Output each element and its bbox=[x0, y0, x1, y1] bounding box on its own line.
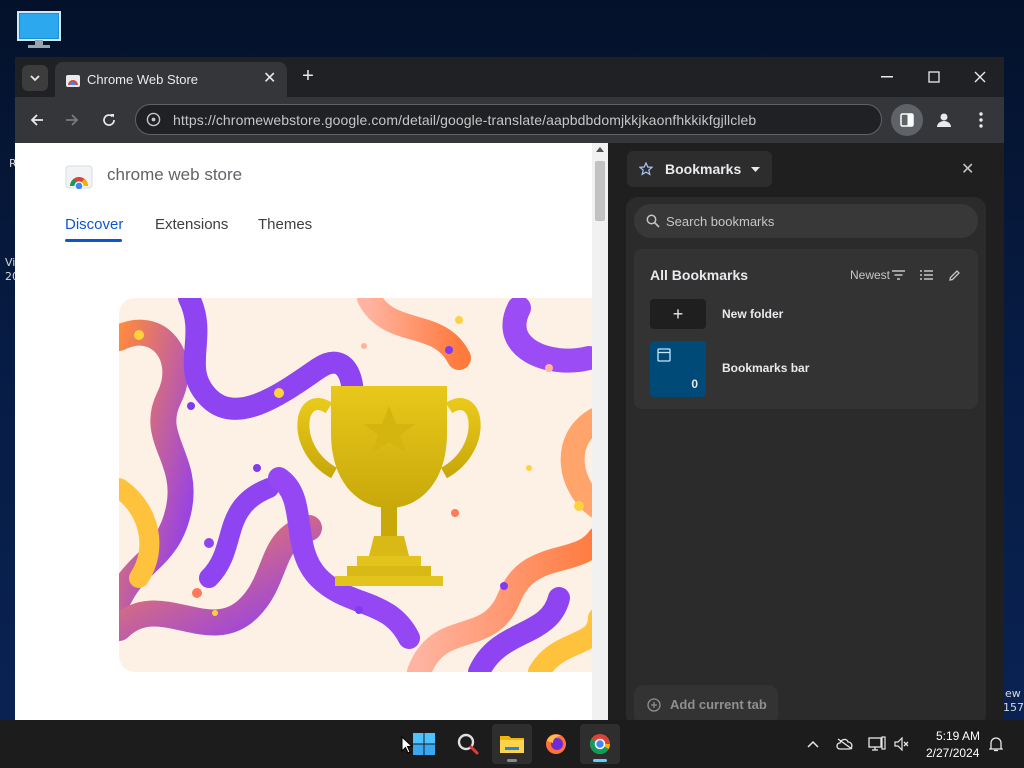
caret-down-icon bbox=[751, 167, 760, 172]
url-text[interactable]: https://chromewebstore.google.com/detail… bbox=[173, 112, 756, 128]
desktop-text-fragment: 157 bbox=[1003, 701, 1024, 714]
chrome-button[interactable] bbox=[580, 724, 620, 764]
all-bookmarks-card: All Bookmarks Newest + New folder 0 Book… bbox=[634, 249, 978, 409]
site-info-icon[interactable] bbox=[146, 112, 161, 127]
star-icon bbox=[639, 162, 653, 176]
minimize-button[interactable] bbox=[877, 67, 897, 87]
folder-icon bbox=[500, 736, 524, 753]
address-bar[interactable]: https://chromewebstore.google.com/detail… bbox=[135, 104, 882, 135]
search-bookmarks-input[interactable] bbox=[666, 212, 956, 230]
list-view-icon[interactable] bbox=[918, 267, 934, 283]
taskbar: 5:19 AM 2/27/2024 bbox=[0, 720, 1024, 768]
reload-icon bbox=[103, 114, 115, 126]
network-tray-button[interactable] bbox=[867, 734, 887, 754]
active-indicator bbox=[593, 759, 607, 762]
notifications-button[interactable] bbox=[986, 734, 1006, 754]
tab-close-icon[interactable]: ✕ bbox=[263, 70, 276, 88]
chrome-web-store-logo-icon[interactable] bbox=[65, 161, 93, 189]
desktop-text-fragment: Vi bbox=[5, 256, 16, 269]
bell-icon bbox=[989, 737, 1003, 752]
tab-themes[interactable]: Themes bbox=[258, 216, 312, 233]
mouse-cursor-icon bbox=[401, 736, 413, 754]
desktop-text-fragment: ew bbox=[1005, 687, 1021, 700]
profile-icon bbox=[937, 113, 951, 127]
close-icon bbox=[974, 71, 986, 83]
web-page: chrome web store Discover Extensions The… bbox=[15, 143, 608, 720]
toolbar: https://chromewebstore.google.com/detail… bbox=[15, 97, 1004, 143]
show-hidden-icons-button[interactable] bbox=[803, 734, 823, 754]
arrow-left-icon bbox=[30, 114, 43, 126]
profile-button[interactable] bbox=[933, 109, 955, 131]
search-taskbar-button[interactable] bbox=[448, 724, 488, 764]
tab-title: Chrome Web Store bbox=[87, 72, 199, 87]
side-panel-selector[interactable]: Bookmarks bbox=[627, 151, 772, 187]
volume-tray-button[interactable] bbox=[892, 734, 912, 754]
maximize-button[interactable] bbox=[924, 67, 944, 87]
firefox-icon bbox=[546, 734, 566, 754]
page-scrollbar[interactable] bbox=[592, 143, 608, 720]
scroll-up-arrow-icon[interactable] bbox=[596, 147, 604, 152]
add-current-tab-button[interactable]: Add current tab bbox=[634, 685, 778, 720]
tab-discover[interactable]: Discover bbox=[65, 216, 123, 233]
bookmarks-bar-folder[interactable]: 0 bbox=[650, 341, 706, 397]
forward-button[interactable] bbox=[61, 109, 83, 131]
reload-button[interactable] bbox=[98, 109, 120, 131]
onedrive-tray-button[interactable] bbox=[835, 734, 855, 754]
more-vert-icon bbox=[979, 112, 983, 128]
chrome-icon bbox=[589, 734, 611, 755]
clock-time[interactable]: 5:19 AM bbox=[936, 729, 980, 743]
hero-banner-image[interactable] bbox=[119, 298, 599, 672]
tab-search-button[interactable] bbox=[22, 65, 48, 91]
search-icon bbox=[646, 214, 660, 228]
side-panel-close-icon[interactable]: ✕ bbox=[961, 159, 974, 179]
bookmarks-body: All Bookmarks Newest + New folder 0 bbox=[626, 197, 986, 720]
tab-strip: Chrome Web Store ✕ + bbox=[15, 57, 1004, 97]
side-panel-title: Bookmarks bbox=[665, 161, 742, 177]
windows-logo-icon bbox=[413, 733, 435, 755]
search-icon bbox=[457, 733, 479, 755]
minimize-icon bbox=[881, 76, 893, 78]
edit-pencil-icon[interactable] bbox=[946, 267, 962, 283]
tab-chrome-web-store[interactable]: Chrome Web Store ✕ bbox=[55, 62, 287, 97]
desktop-computer-icon[interactable] bbox=[16, 10, 62, 50]
menu-button[interactable] bbox=[970, 109, 992, 131]
store-name[interactable]: chrome web store bbox=[107, 165, 242, 185]
scroll-thumb[interactable] bbox=[595, 161, 605, 221]
speaker-muted-icon bbox=[894, 737, 909, 751]
arrow-right-icon bbox=[66, 114, 79, 126]
firefox-button[interactable] bbox=[536, 724, 576, 764]
maximize-icon bbox=[928, 71, 940, 83]
chevron-down-icon bbox=[30, 74, 40, 81]
file-explorer-button[interactable] bbox=[492, 724, 532, 764]
chevron-up-icon bbox=[807, 740, 819, 748]
sort-button[interactable]: Newest bbox=[850, 268, 890, 282]
side-panel-icon bbox=[900, 113, 914, 127]
back-button[interactable] bbox=[26, 109, 48, 131]
network-monitor-icon bbox=[868, 736, 886, 751]
side-panel-button[interactable] bbox=[891, 104, 923, 136]
active-tab-indicator bbox=[65, 239, 122, 242]
bookmarks-bar-label[interactable]: Bookmarks bar bbox=[722, 361, 809, 375]
new-folder-button[interactable]: + bbox=[650, 299, 706, 329]
close-window-button[interactable] bbox=[970, 67, 990, 87]
clock-date[interactable]: 2/27/2024 bbox=[926, 746, 979, 760]
chrome-web-store-favicon-icon bbox=[66, 75, 80, 87]
add-circle-icon bbox=[647, 698, 661, 712]
new-tab-button[interactable]: + bbox=[298, 65, 318, 87]
folder-tab-icon bbox=[657, 348, 671, 362]
bookmarks-side-panel: Bookmarks ✕ All Bookmarks Newest bbox=[615, 143, 1004, 720]
tab-extensions[interactable]: Extensions bbox=[155, 216, 228, 233]
bookmarks-search[interactable] bbox=[634, 204, 978, 238]
chrome-window: Chrome Web Store ✕ + https://chromewebst… bbox=[15, 57, 1004, 720]
bookmarks-bar-count: 0 bbox=[691, 377, 698, 391]
sort-filter-icon[interactable] bbox=[890, 267, 906, 283]
add-current-tab-label: Add current tab bbox=[670, 697, 767, 712]
running-indicator bbox=[507, 759, 517, 762]
new-folder-label[interactable]: New folder bbox=[722, 307, 783, 321]
all-bookmarks-title: All Bookmarks bbox=[650, 267, 749, 283]
cloud-offline-icon bbox=[836, 738, 853, 750]
